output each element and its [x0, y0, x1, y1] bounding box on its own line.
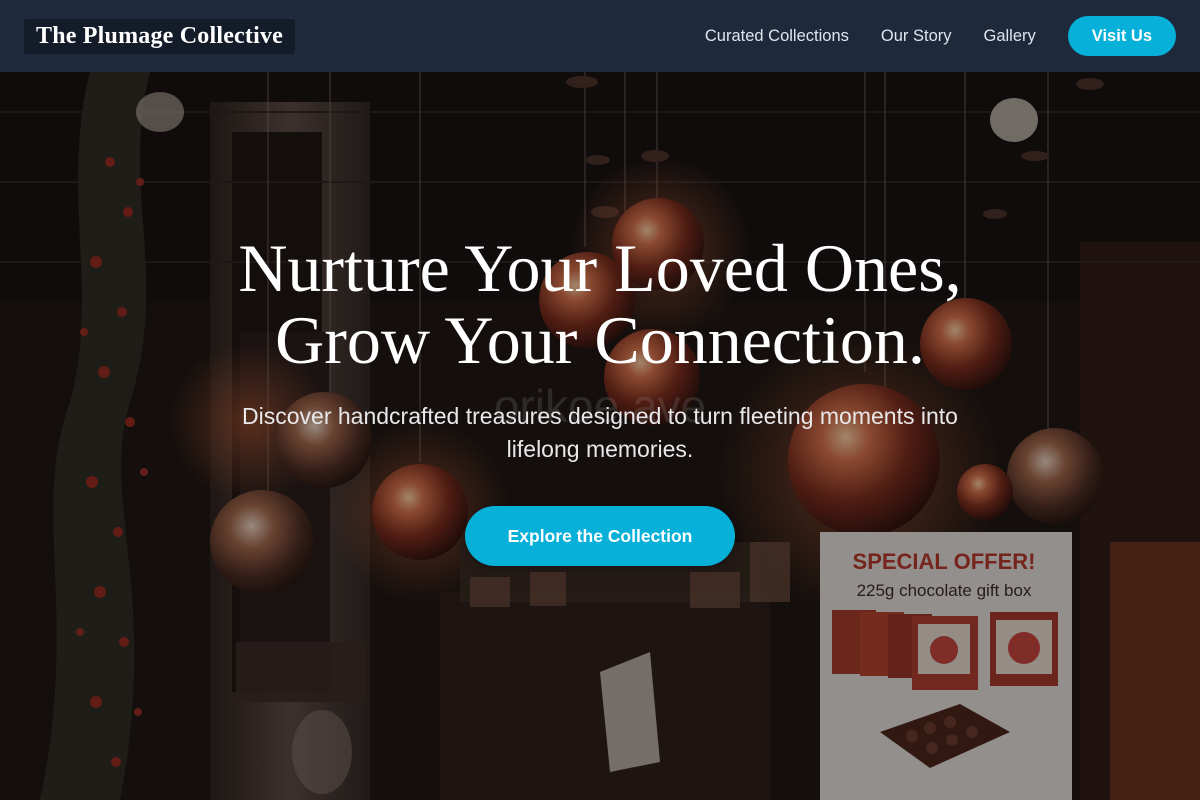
hero-subtitle-line-2: lifelong memories.	[506, 436, 694, 462]
explore-collection-button[interactable]: Explore the Collection	[465, 506, 735, 566]
site-header: The Plumage Collective Curated Collectio…	[0, 0, 1200, 72]
hero-headline-line-1: Nurture Your Loved Ones,	[238, 230, 962, 306]
hero-section: orikoe ave SPECIAL OFFER! 225g chocolate…	[0, 72, 1200, 800]
nav-link-curated-collections[interactable]: Curated Collections	[705, 27, 849, 46]
hero-headline: Nurture Your Loved Ones, Grow Your Conne…	[100, 232, 1100, 376]
nav-link-gallery[interactable]: Gallery	[984, 27, 1036, 46]
nav-link-our-story[interactable]: Our Story	[881, 27, 952, 46]
visit-us-button[interactable]: Visit Us	[1067, 16, 1176, 56]
hero-subtitle-line-1: Discover handcrafted treasures designed …	[242, 403, 958, 429]
hero-headline-line-2: Grow Your Connection.	[275, 302, 925, 378]
main-nav: Curated Collections Our Story Gallery Vi…	[705, 16, 1176, 56]
brand-logo[interactable]: The Plumage Collective	[24, 18, 296, 54]
hero-subtitle: Discover handcrafted treasures designed …	[195, 400, 1005, 466]
hero-content: Nurture Your Loved Ones, Grow Your Conne…	[0, 72, 1200, 800]
